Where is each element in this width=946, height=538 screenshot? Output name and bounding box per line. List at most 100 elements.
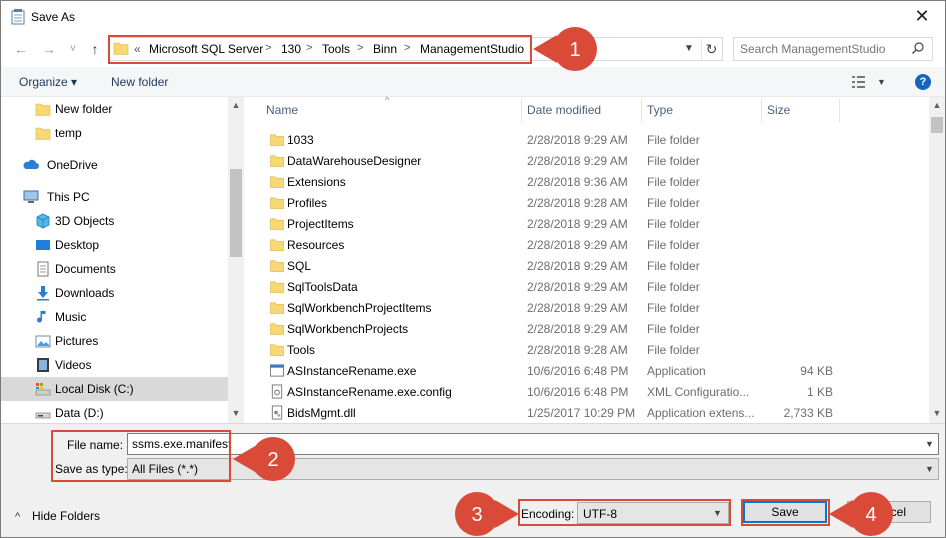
file-size: 1 KB	[806, 385, 833, 399]
callout-badge-4: 4	[829, 492, 893, 536]
forward-button[interactable]: →	[39, 39, 59, 59]
file-name: DataWarehouseDesigner	[287, 154, 422, 168]
file-name: ProjectItems	[287, 217, 354, 231]
sidebar-item-label: OneDrive	[47, 158, 98, 172]
column-size[interactable]: Size	[767, 103, 790, 117]
save-as-dialog: Save As ✕ ← → ˅ ↑ « Microsoft SQL Server…	[0, 0, 946, 538]
sidebar-item-label: Videos	[55, 358, 92, 372]
file-type: File folder	[647, 280, 700, 294]
organize-button[interactable]: Organize ▾	[19, 75, 77, 89]
chevron-up-icon[interactable]: ^	[15, 511, 20, 523]
back-button[interactable]: ←	[11, 39, 31, 59]
sidebar-item-new-folder[interactable]: New folder	[1, 97, 228, 121]
file-name: SqlWorkbenchProjectItems	[287, 301, 432, 315]
sidebar-item-data-d[interactable]: Data (D:)	[1, 401, 228, 423]
sidebar-item-label: Music	[55, 310, 87, 324]
callout-badge-3: 3	[455, 492, 519, 536]
view-options-icon[interactable]	[851, 75, 867, 89]
scrollbar-thumb[interactable]	[230, 169, 242, 257]
file-row[interactable]: Extensions 2/28/2018 9:36 AM File folder	[259, 171, 927, 192]
chevron-down-icon[interactable]: ▼	[925, 464, 934, 474]
chevron-down-icon[interactable]: ▼	[925, 439, 934, 449]
search-icon[interactable]	[911, 41, 925, 55]
file-row[interactable]: ASInstanceRename.exe.config 10/6/2016 6:4…	[259, 381, 927, 402]
file-date: 10/6/2016 6:48 PM	[527, 385, 629, 399]
hide-folders-button[interactable]: Hide Folders	[32, 509, 100, 523]
sidebar-item-onedrive[interactable]: OneDrive	[1, 153, 228, 177]
recent-locations-button[interactable]: ˅	[63, 39, 83, 59]
folder-icon	[270, 281, 284, 293]
sidebar-item-label: Local Disk (C:)	[55, 382, 134, 396]
search-input[interactable]	[740, 41, 908, 57]
folder-icon	[270, 197, 284, 209]
column-type[interactable]: Type	[647, 103, 673, 117]
sidebar-item-music[interactable]: Music	[1, 305, 228, 329]
sidebar-item-label: Desktop	[55, 238, 100, 252]
column-name[interactable]: Name	[266, 103, 298, 117]
file-name: SqlWorkbenchProjects	[287, 322, 409, 336]
scroll-down-icon[interactable]: ▼	[228, 405, 244, 421]
file-row[interactable]: ProjectItems 2/28/2018 9:29 AM File folder	[259, 213, 927, 234]
refresh-icon[interactable]: ↻	[701, 39, 721, 59]
new-folder-button[interactable]: New folder	[111, 75, 168, 89]
chevron-down-icon[interactable]: ▼	[681, 41, 697, 57]
file-row[interactable]: 1033 2/28/2018 9:29 AM File folder	[259, 129, 927, 150]
file-row[interactable]: SqlWorkbenchProjects 2/28/2018 9:29 AM Fil…	[259, 318, 927, 339]
sidebar-item-documents[interactable]: Documents	[1, 257, 228, 281]
desktop-icon	[36, 240, 50, 250]
scrollbar-thumb[interactable]	[931, 117, 943, 133]
column-divider[interactable]	[761, 99, 762, 123]
up-button[interactable]: ↑	[85, 39, 105, 59]
sidebar-item-temp[interactable]: temp	[1, 121, 228, 145]
folder-icon	[270, 155, 284, 167]
file-row[interactable]: BidsMgmt.dll 1/25/2017 10:29 PM Applicatio…	[259, 402, 927, 423]
drive-c-icon	[35, 383, 51, 396]
callout-highlight-encoding	[518, 499, 731, 526]
file-row[interactable]: ASInstanceRename.exe 10/6/2016 6:48 PM App…	[259, 360, 927, 381]
close-icon[interactable]: ✕	[907, 5, 937, 29]
column-divider[interactable]	[839, 99, 840, 123]
view-dropdown-chevron-icon[interactable]: ▼	[877, 77, 886, 87]
sidebar-item-label: Downloads	[55, 286, 115, 300]
column-date-modified[interactable]: Date modified	[527, 103, 601, 117]
nav-pane-scrollbar[interactable]: ▲ ▼	[228, 97, 244, 423]
file-row[interactable]: DataWarehouseDesigner 2/28/2018 9:29 AM Fi…	[259, 150, 927, 171]
folder-icon	[270, 260, 284, 272]
file-row[interactable]: SQL 2/28/2018 9:29 AM File folder	[259, 255, 927, 276]
file-list-scrollbar[interactable]: ▲ ▼	[929, 97, 945, 423]
sidebar-item-local-disk-c[interactable]: Local Disk (C:)	[1, 377, 228, 401]
file-row[interactable]: SqlToolsData 2/28/2018 9:29 AM File folder	[259, 276, 927, 297]
column-divider[interactable]	[641, 99, 642, 123]
svg-text:2: 2	[267, 449, 278, 471]
file-row[interactable]: Tools 2/28/2018 9:28 AM File folder	[259, 339, 927, 360]
cube-icon	[36, 213, 50, 229]
sidebar-item-downloads[interactable]: Downloads	[1, 281, 228, 305]
sidebar-item-desktop[interactable]: Desktop	[1, 233, 228, 257]
sidebar-item-this-pc[interactable]: This PC	[1, 185, 228, 209]
file-date: 2/28/2018 9:29 AM	[527, 301, 628, 315]
search-box[interactable]	[733, 37, 933, 61]
scroll-down-icon[interactable]: ▼	[929, 405, 945, 421]
file-type: File folder	[647, 175, 700, 189]
file-row[interactable]: Profiles 2/28/2018 9:28 AM File folder	[259, 192, 927, 213]
file-type: Application extens...	[647, 406, 755, 420]
file-type: File folder	[647, 196, 700, 210]
column-divider[interactable]	[521, 99, 522, 123]
sidebar-item-pictures[interactable]: Pictures	[1, 329, 228, 353]
file-date: 2/28/2018 9:36 AM	[527, 175, 628, 189]
file-type: File folder	[647, 217, 700, 231]
file-row[interactable]: Resources 2/28/2018 9:29 AM File folder	[259, 234, 927, 255]
scroll-up-icon[interactable]: ▲	[929, 97, 945, 113]
file-type: XML Configuratio...	[647, 385, 750, 399]
file-name: SQL	[287, 259, 312, 273]
file-type: File folder	[647, 301, 700, 315]
scroll-up-icon[interactable]: ▲	[228, 97, 244, 113]
callout-badge-1: 1	[533, 27, 597, 71]
downloads-icon	[37, 286, 49, 301]
sidebar-item-3d-objects[interactable]: 3D Objects	[1, 209, 228, 233]
file-row[interactable]: SqlWorkbenchProjectItems 2/28/2018 9:29 A…	[259, 297, 927, 318]
sidebar-item-videos[interactable]: Videos	[1, 353, 228, 377]
help-icon[interactable]: ?	[915, 74, 931, 90]
navigation-pane: New folder temp OneDrive This PC 3D Obje…	[1, 97, 244, 423]
sidebar-item-label: Pictures	[55, 334, 99, 348]
